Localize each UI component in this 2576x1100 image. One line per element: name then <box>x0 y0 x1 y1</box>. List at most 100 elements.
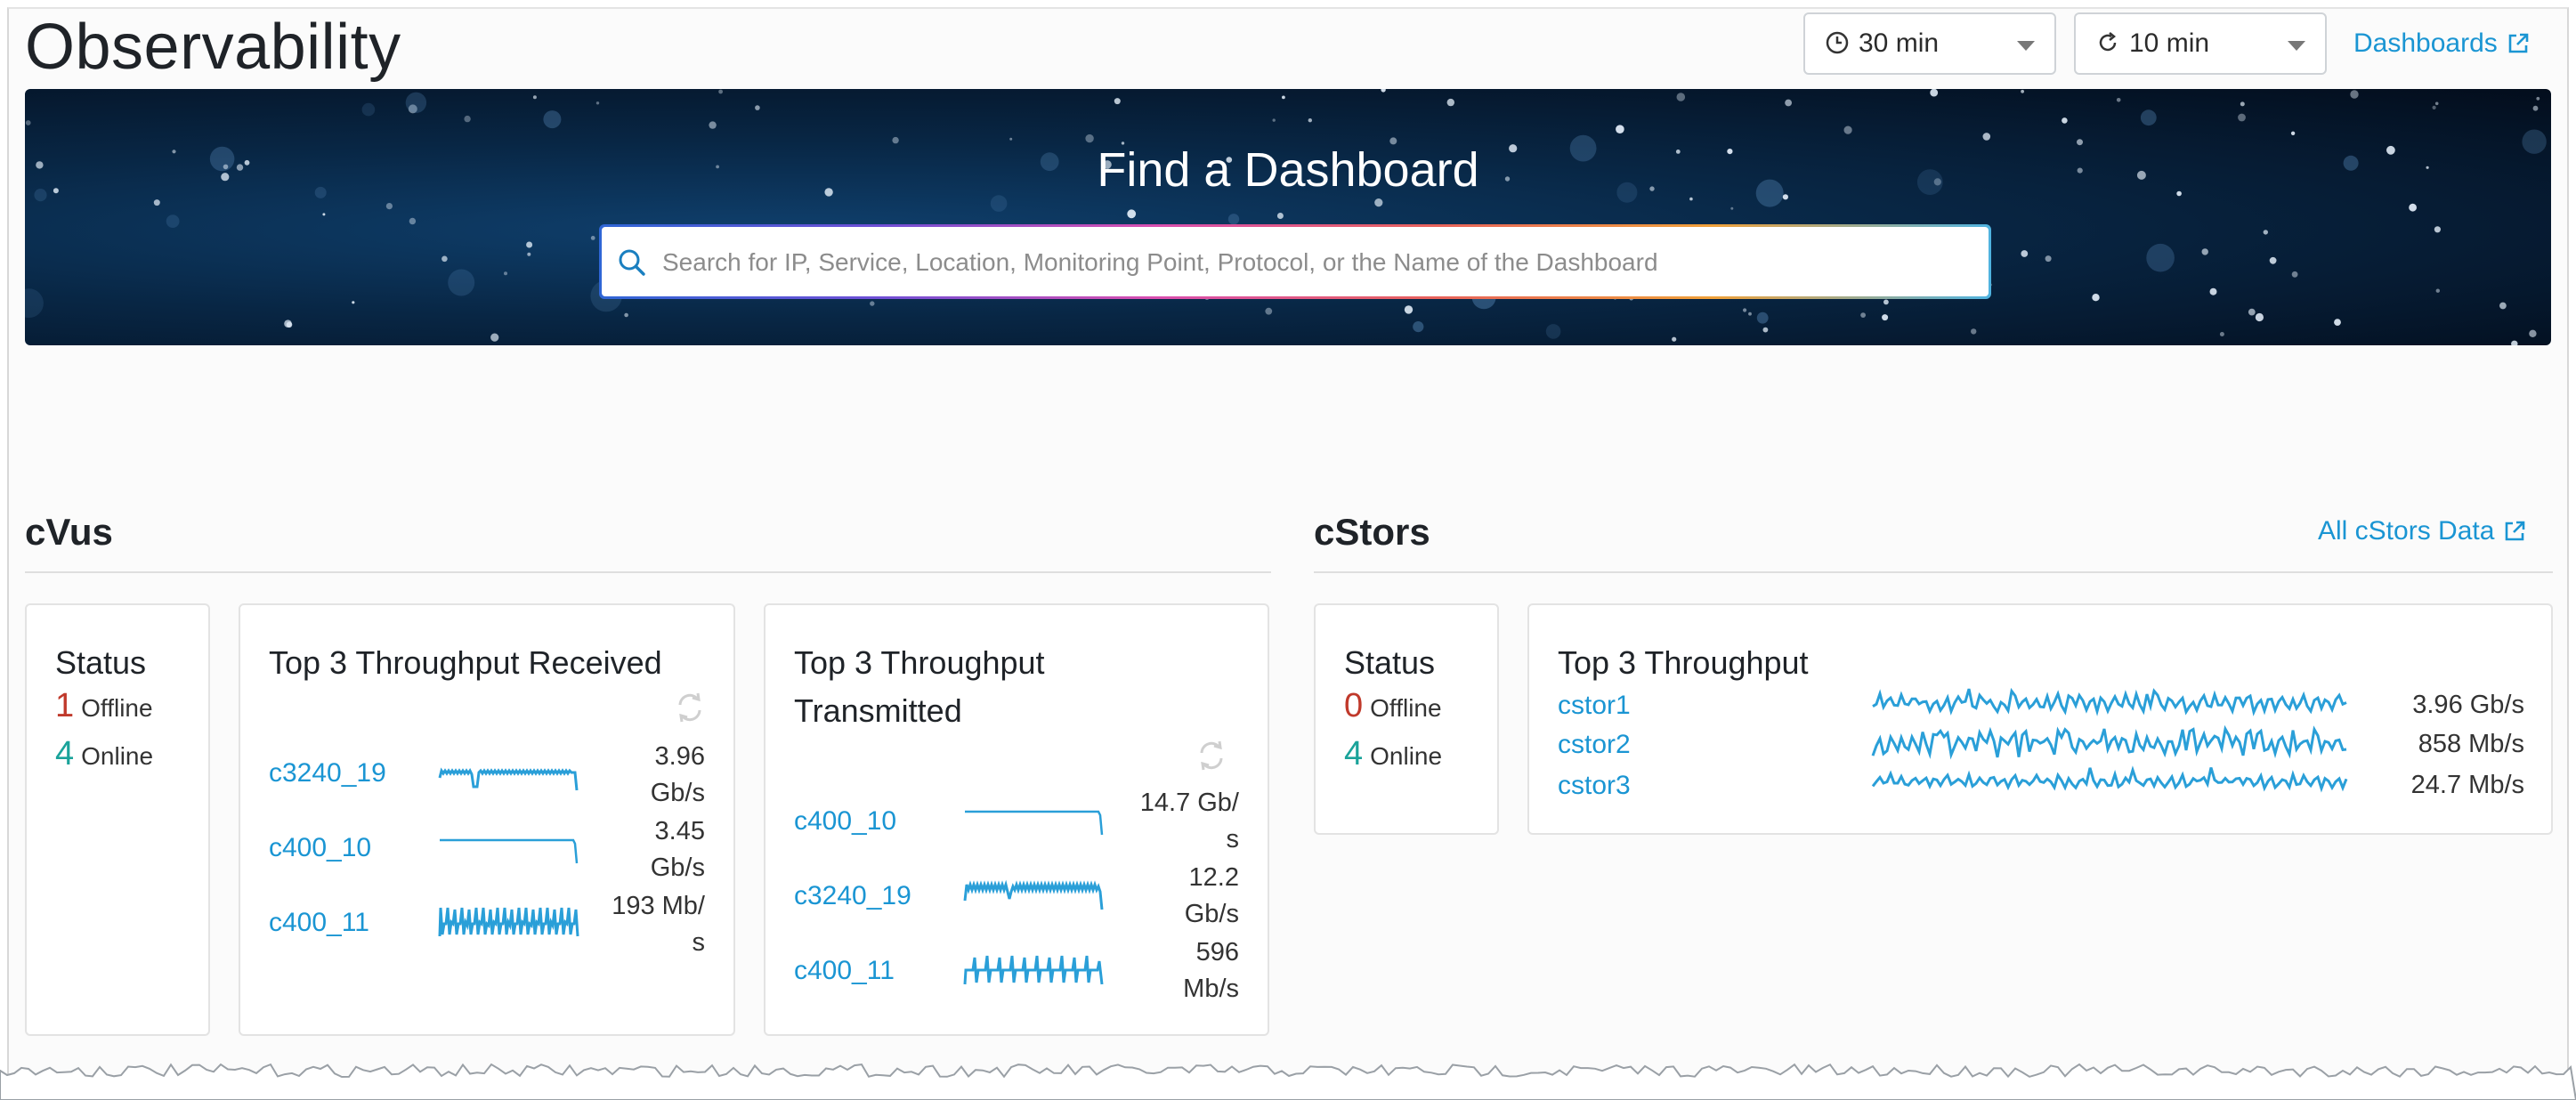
bokeh-dot <box>405 92 427 113</box>
sparkline <box>963 879 1104 910</box>
bokeh-dot <box>25 120 31 125</box>
online-label: Online <box>81 742 154 770</box>
bokeh-dot <box>1282 95 1285 100</box>
search-input[interactable] <box>660 227 1973 298</box>
bokeh-dot <box>1227 214 1240 225</box>
throughput-received-title: Top 3 Throughput Received <box>269 644 662 681</box>
rate-unit: Mb/s <box>1183 975 1239 1003</box>
bokeh-dot <box>755 105 760 110</box>
rate-value: 193 Mb/ <box>612 892 705 920</box>
refresh-interval-value: 10 min <box>2129 28 2210 58</box>
host-link-cstor2[interactable]: cstor2 <box>1558 730 1631 760</box>
bokeh-dot <box>526 241 533 248</box>
host-link-cstor1[interactable]: cstor1 <box>1558 691 1631 721</box>
bokeh-dot <box>153 199 160 206</box>
bokeh-dot <box>385 203 393 210</box>
sparkline <box>438 907 579 937</box>
rate-unit: Gb/s <box>650 779 705 807</box>
host-link-c400_11[interactable]: c400_11 <box>269 908 369 938</box>
host-link-c400_10[interactable]: c400_10 <box>794 806 896 837</box>
search-field <box>599 224 1991 299</box>
rate-unit: Gb/s <box>650 853 705 882</box>
bokeh-dot <box>1308 118 1313 123</box>
find-dashboard-banner: Find a Dashboard <box>25 89 2551 345</box>
rate-value: 14.7 Gb/ <box>1139 789 1239 817</box>
bokeh-dot <box>1265 307 1273 315</box>
bokeh-dot <box>361 102 376 117</box>
rate-unit: Gb/s <box>1184 900 1239 928</box>
cvus-status-card: Status 1 Offline 4 Online <box>25 603 210 1036</box>
bokeh-dot <box>490 333 499 342</box>
bokeh-dot <box>322 213 326 216</box>
bokeh-dot <box>2409 203 2418 212</box>
bokeh-dot <box>1730 206 1734 210</box>
bokeh-dot <box>590 236 595 240</box>
time-range-value: 30 min <box>1859 28 1940 58</box>
dashboards-link-label: Dashboards <box>2353 28 2498 58</box>
bokeh-dot <box>1413 321 1424 333</box>
rate-c400_10: 3.45 Gb/s <box>651 813 705 886</box>
all-cstors-data-link[interactable]: All cStors Data <box>2318 516 2526 546</box>
bokeh-dot <box>2255 312 2264 322</box>
bokeh-dot <box>2499 302 2507 310</box>
bokeh-dot <box>2201 248 2208 255</box>
bokeh-dot <box>1545 324 1561 339</box>
online-count: 4 <box>1344 735 1364 772</box>
cstors-section-title: cStors <box>1314 511 1430 553</box>
time-range-select[interactable]: 30 min <box>1803 12 2056 75</box>
banner-title: Find a Dashboard <box>1097 143 1479 197</box>
bokeh-dot <box>2219 332 2224 336</box>
bokeh-dot <box>2263 230 2268 235</box>
bokeh-dot <box>1860 312 1867 318</box>
bokeh-dot <box>1785 99 1792 107</box>
bokeh-dot <box>464 115 471 123</box>
cstors-divider <box>1314 571 2553 573</box>
chevron-down-icon <box>2288 41 2305 51</box>
observability-page: Observability 30 min 10 min Dashboards F… <box>7 7 2569 1075</box>
bokeh-dot <box>448 269 475 296</box>
host-link-c3240_19[interactable]: c3240_19 <box>794 881 911 911</box>
rate-value: 3.45 <box>654 817 705 845</box>
bokeh-dot <box>1276 213 1284 219</box>
online-count: 4 <box>55 735 75 772</box>
bokeh-dot <box>2350 90 2359 99</box>
bokeh-dot <box>2062 117 2068 124</box>
bokeh-dot <box>2511 340 2518 345</box>
cstors-status-card: Status 0 Offline 4 Online <box>1314 603 1499 835</box>
bokeh-dot <box>1009 137 1013 141</box>
bokeh-dot <box>1616 125 1624 133</box>
bokeh-dot <box>1748 311 1752 316</box>
bokeh-dot <box>2434 226 2441 233</box>
offline-stat: 1 Offline <box>55 687 153 725</box>
rate-unit: s <box>1226 825 1240 853</box>
bokeh-dot <box>543 110 562 129</box>
sparkline <box>1871 724 2347 760</box>
bokeh-dot <box>2021 89 2025 93</box>
dashboards-link[interactable]: Dashboards <box>2353 28 2530 59</box>
refresh-interval-select[interactable]: 10 min <box>2074 12 2327 75</box>
host-link-c3240_19[interactable]: c3240_19 <box>269 758 386 789</box>
bokeh-dot <box>624 312 628 318</box>
host-link-c400_10[interactable]: c400_10 <box>269 833 371 863</box>
throughput-received-card: Top 3 Throughput Received c3240_19 3.96 G… <box>239 603 735 1036</box>
bokeh-dot <box>990 195 1008 212</box>
bokeh-dot <box>166 214 180 228</box>
bokeh-dot <box>709 121 717 129</box>
refresh-icon[interactable] <box>1195 739 1228 772</box>
clock-icon <box>1826 31 1849 54</box>
bokeh-dot <box>409 217 417 225</box>
rate-c400_10: 14.7 Gb/s <box>1140 785 1239 858</box>
sparkline <box>963 955 1104 985</box>
host-link-cstor3[interactable]: cstor3 <box>1558 771 1631 801</box>
bokeh-dot <box>1446 98 1455 107</box>
refresh-icon[interactable] <box>673 691 707 724</box>
bokeh-dot <box>1672 336 1677 342</box>
rate-c400_11: 596 Mb/s <box>1183 934 1239 1007</box>
offline-label: Offline <box>1370 694 1442 722</box>
rate-value: 12.2 <box>1188 863 1239 892</box>
search-icon <box>619 249 645 276</box>
rate-unit: s <box>692 928 706 957</box>
bokeh-dot <box>1883 299 1889 305</box>
external-link-icon <box>2506 521 2525 541</box>
host-link-c400_11[interactable]: c400_11 <box>794 956 895 986</box>
